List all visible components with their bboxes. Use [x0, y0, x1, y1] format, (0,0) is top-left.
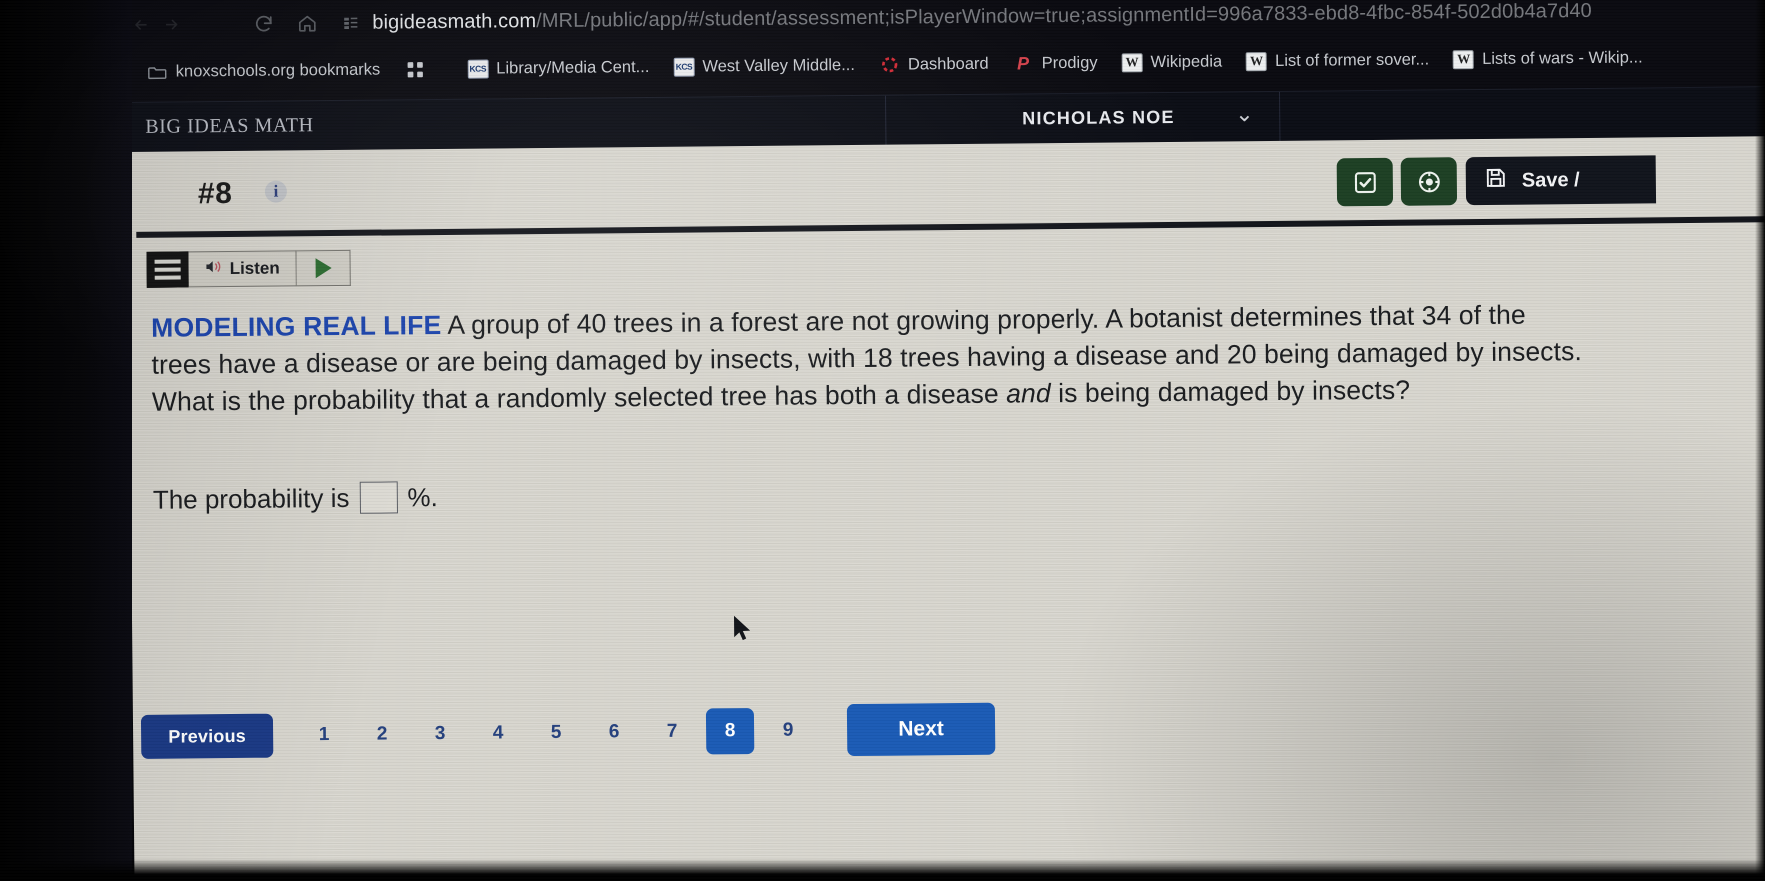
bookmark-label: List of former sover... — [1275, 49, 1430, 70]
header-divider — [885, 95, 887, 146]
url-path: /MRL/public/app/#/student/assessment;isP… — [536, 0, 1592, 32]
help-button[interactable] — [1400, 157, 1458, 206]
kcs-icon: KCS — [467, 59, 489, 79]
listen-label: Listen — [229, 258, 280, 279]
page-number-9[interactable]: 9 — [759, 719, 817, 742]
question-text: MODELING REAL LIFE A group of 40 trees i… — [151, 296, 1592, 421]
bookmark-lists-of-wars[interactable]: W Lists of wars - Wikip... — [1453, 48, 1643, 69]
device-bezel-left — [0, 0, 132, 881]
dashboard-ring-icon — [879, 55, 900, 74]
wikipedia-icon: W — [1246, 51, 1268, 71]
bookmark-label: Prodigy — [1041, 53, 1098, 72]
address-bar[interactable]: bigideasmath.com/MRL/public/app/#/studen… — [372, 0, 1592, 34]
site-info-icon[interactable] — [340, 13, 360, 33]
play-button[interactable] — [296, 249, 351, 287]
floppy-save-icon — [1484, 166, 1508, 196]
page-number-2[interactable]: 2 — [353, 723, 411, 746]
answer-suffix: %. — [407, 481, 438, 512]
kcs-icon: KCS — [673, 57, 695, 77]
page-number-list: 1 2 3 4 5 6 7 8 9 — [295, 707, 817, 758]
bookmark-dashboard[interactable]: Dashboard — [879, 54, 989, 74]
bookmark-prodigy[interactable]: P Prodigy — [1013, 53, 1098, 73]
bookmark-library-media[interactable]: KCS Library/Media Cent... — [467, 57, 650, 79]
bookmark-label: Library/Media Cent... — [496, 57, 650, 77]
prodigy-icon: P — [1017, 52, 1030, 73]
screen-photograph: bigideasmath.com/MRL/public/app/#/studen… — [0, 0, 1765, 881]
page-number-3[interactable]: 3 — [411, 723, 469, 746]
chevron-down-icon[interactable]: ⌄ — [1235, 101, 1254, 127]
check-answer-button[interactable] — [1336, 157, 1394, 207]
save-button-label: Save / — [1521, 168, 1580, 192]
screen-content: bigideasmath.com/MRL/public/app/#/studen… — [126, 0, 1765, 881]
page-number-1[interactable]: 1 — [295, 724, 353, 747]
next-button[interactable]: Next — [846, 702, 996, 757]
forward-icon[interactable] — [156, 9, 186, 39]
apps-grid-icon — [404, 60, 425, 79]
bookmark-label: Dashboard — [907, 54, 989, 73]
home-icon[interactable] — [292, 8, 322, 38]
url-host: bigideasmath.com — [372, 9, 537, 34]
answer-input[interactable] — [359, 481, 398, 514]
mouse-pointer-icon — [732, 614, 754, 649]
bookmark-label: knoxschools.org bookmarks — [175, 60, 381, 81]
back-icon[interactable] — [126, 10, 156, 40]
play-triangle-icon — [315, 258, 332, 279]
bookmark-knoxschools[interactable]: knoxschools.org bookmarks — [147, 60, 381, 81]
listen-toolbar: Listen — [146, 249, 351, 288]
wikipedia-icon: W — [1453, 49, 1475, 69]
bookmark-label: Wikipedia — [1150, 51, 1223, 71]
page-number-5[interactable]: 5 — [527, 722, 585, 745]
bookmark-apps[interactable] — [404, 60, 433, 79]
question-emphasis: and — [1006, 378, 1051, 409]
answer-line: The probability is %. — [153, 481, 438, 516]
save-button[interactable]: Save / — [1465, 155, 1657, 206]
folder-icon — [147, 62, 168, 81]
question-part2: is being damaged by insects? — [1050, 374, 1411, 409]
question-tag: MODELING REAL LIFE — [151, 309, 442, 343]
big-ideas-math-logo[interactable]: BIG IDEAS MATH — [145, 114, 314, 139]
info-icon[interactable]: i — [264, 180, 288, 203]
bookmark-label: West Valley Middle... — [702, 55, 855, 75]
pagination-bar: Previous 1 2 3 4 5 6 7 8 9 Next — [133, 676, 1765, 782]
speaker-icon — [205, 259, 223, 279]
user-name[interactable]: NICHOLAS NOE — [1022, 107, 1175, 129]
header-divider — [1278, 91, 1281, 142]
page-number-8[interactable]: 8 — [705, 708, 755, 755]
reload-icon[interactable] — [248, 9, 278, 39]
listen-button[interactable]: Listen — [188, 250, 297, 288]
hamburger-menu-icon[interactable] — [146, 251, 189, 288]
bookmark-wikipedia[interactable]: W Wikipedia — [1121, 51, 1223, 72]
question-number: #8 — [197, 176, 233, 211]
bookmark-list-of-former-sovereign[interactable]: W List of former sover... — [1246, 50, 1429, 71]
answer-prefix: The probability is — [152, 482, 350, 515]
bookmark-west-valley-middle[interactable]: KCS West Valley Middle... — [673, 56, 855, 77]
page-number-7[interactable]: 7 — [643, 721, 701, 744]
previous-button[interactable]: Previous — [140, 713, 274, 759]
wikipedia-icon: W — [1121, 52, 1143, 72]
page-number-6[interactable]: 6 — [585, 721, 643, 744]
page-number-4[interactable]: 4 — [469, 722, 527, 745]
assessment-page: #8 i Save / Listen MODELING REAL LIFE A … — [127, 136, 1765, 881]
bookmark-label: Lists of wars - Wikip... — [1482, 47, 1643, 68]
